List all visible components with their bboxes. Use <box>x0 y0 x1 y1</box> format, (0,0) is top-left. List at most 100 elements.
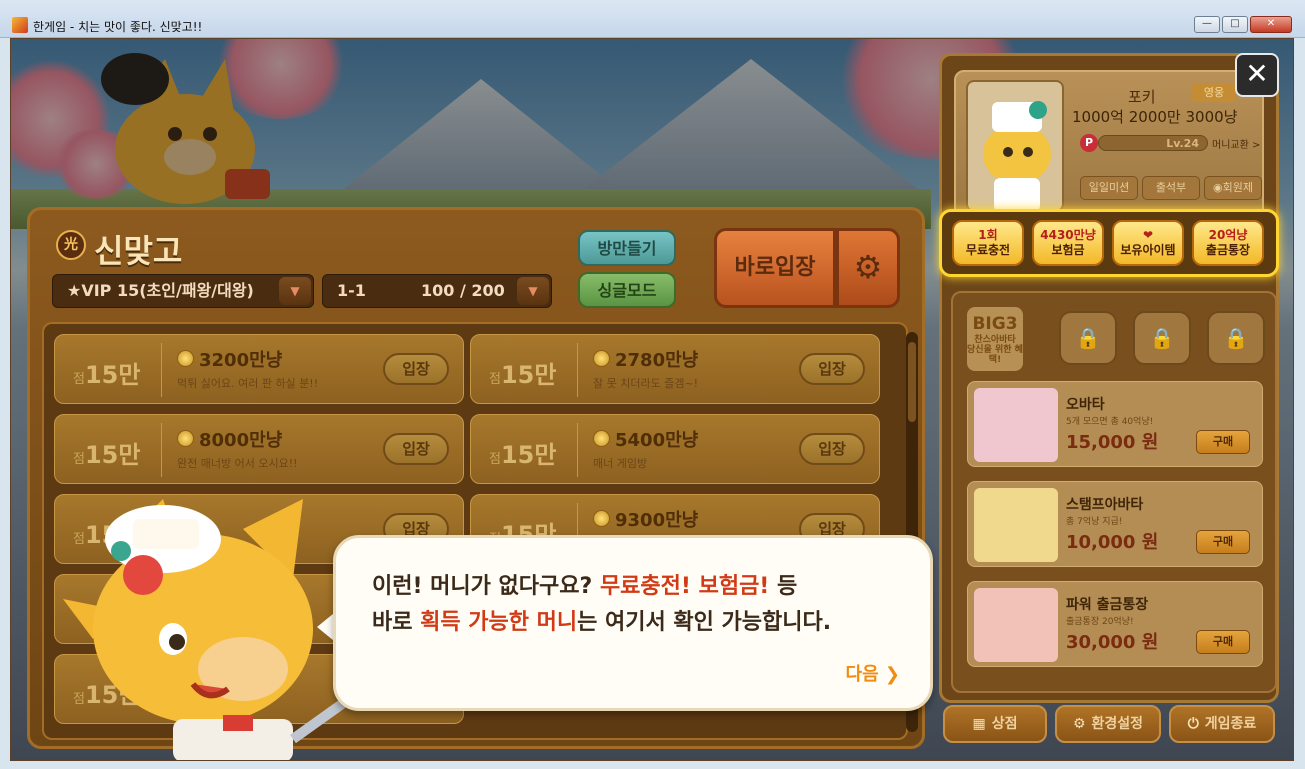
avatar <box>966 80 1064 212</box>
item-description: 5개 모으면 총 40억냥! <box>1066 417 1154 427</box>
game-title: 신맞고 <box>94 232 183 270</box>
room-description: 완전 매너방 어서 오시요!! <box>177 457 298 470</box>
settings-button[interactable]: ⚙ 환경설정 <box>1055 705 1161 743</box>
lock-icon[interactable]: 🔒 <box>1207 311 1265 365</box>
next-button[interactable]: 다음 ❯ <box>846 660 900 686</box>
game-rule-dropdown[interactable]: 1-1 100 / 200 ▼ <box>322 274 552 308</box>
room-card[interactable]: 점15만 2780만냥 잘 못 치더라도 즐겜~! 입장 <box>470 334 880 404</box>
money-exchange-link[interactable]: 머니교환 > <box>1212 136 1260 151</box>
shop-icon: ▦ <box>972 716 986 732</box>
tutorial-line-1: 이런! 머니가 없다구요? 무료충전! 보험금! 등 <box>372 568 797 600</box>
room-enter-button[interactable]: 입장 <box>799 353 865 385</box>
free-charge-button[interactable]: 1회 무료충전 <box>952 220 1024 266</box>
tutorial-line-2: 바로 획득 가능한 머니는 여기서 확인 가능합니다. <box>372 604 831 636</box>
item-description: 총 7억냥 지급! <box>1066 517 1123 527</box>
grade-badge: 영웅 <box>1192 84 1236 102</box>
room-money: 3200만냥 <box>199 350 283 371</box>
tutorial-text: 이런! 머니가 없다구요? <box>372 574 600 599</box>
buy-button[interactable]: 구매 <box>1196 630 1250 654</box>
lock-icon[interactable]: 🔒 <box>1059 311 1117 365</box>
coin-icon <box>593 350 610 367</box>
withdraw-account-button[interactable]: 20억냥 출금통장 <box>1192 220 1264 266</box>
settings-label: 환경설정 <box>1091 716 1144 732</box>
tutorial-highlight: 무료충전! 보험금! <box>599 574 770 599</box>
room-card[interactable]: 점15만 5400만냥 매너 게임방 입장 <box>470 414 880 484</box>
window-titlebar: 한게임 - 치는 맛이 좋다. 신맞고!! — □ ✕ <box>0 0 1305 38</box>
item-thumbnail <box>974 388 1058 462</box>
gear-icon: ⚙ <box>1072 716 1086 732</box>
single-mode-button[interactable]: 싱글모드 <box>578 272 676 308</box>
divider <box>161 423 162 477</box>
rule-stake: 100 / 200 <box>421 281 505 300</box>
room-enter-button[interactable]: 입장 <box>799 433 865 465</box>
divider <box>577 423 578 477</box>
gwang-icon: 光 <box>56 230 86 260</box>
minimize-button[interactable]: — <box>1194 16 1220 33</box>
shop-item: 스탬프아바타 총 7억냥 지급! 10,000 원 구매 <box>967 481 1263 567</box>
close-icon[interactable]: ✕ <box>1235 53 1279 97</box>
power-icon: ⏻ <box>1187 716 1199 732</box>
room-description: 잘 못 치더라도 즐겜~! <box>593 377 699 390</box>
level-label: Lv.24 <box>1166 137 1199 150</box>
buy-button[interactable]: 구매 <box>1196 430 1250 454</box>
insurance-button[interactable]: 4430만냥 보험금 <box>1032 220 1104 266</box>
room-settings-gear-icon[interactable]: ⚙ <box>836 228 900 308</box>
shop-item: 파워 출금통장 출금통장 20억냥! 30,000 원 구매 <box>967 581 1263 667</box>
room-card[interactable]: 점15만 3200만냥 먹튀 싫어요. 여러 판 하실 분!! 입장 <box>54 334 464 404</box>
chevron-down-icon[interactable]: ▼ <box>517 277 549 305</box>
room-money: 9300만냥 <box>615 510 699 531</box>
buy-button[interactable]: 구매 <box>1196 530 1250 554</box>
owned-items-label: 보유아이템 <box>1120 243 1176 257</box>
item-price: 10,000 원 <box>1066 532 1159 553</box>
room-point: 점15만 <box>73 361 141 389</box>
item-name: 파워 출금통장 <box>1066 597 1149 613</box>
big3-badge[interactable]: BIG3 찬스아바타 당신을 위한 혜택! <box>967 307 1023 371</box>
item-description: 출금통장 20억냥! <box>1066 617 1134 627</box>
game-area: 光 신맞고 ★VIP 15(초인/패왕/대왕) ▼ 1-1 100 / 200 … <box>10 38 1294 761</box>
membership-button[interactable]: ◉회원제 <box>1204 176 1262 200</box>
item-thumbnail <box>974 488 1058 562</box>
lock-icon[interactable]: 🔒 <box>1133 311 1191 365</box>
room-point: 점15만 <box>73 441 141 469</box>
window-close-button[interactable]: ✕ <box>1250 16 1292 33</box>
room-description: 먹튀 싫어요. 여러 판 하실 분!! <box>177 377 319 390</box>
vip-channel-dropdown[interactable]: ★VIP 15(초인/패왕/대왕) ▼ <box>52 274 314 308</box>
item-name: 스탬프아바타 <box>1066 497 1144 513</box>
room-money: 5400만냥 <box>615 430 699 451</box>
coin-icon <box>177 350 194 367</box>
room-money: 2780만냥 <box>615 350 699 371</box>
divider <box>577 343 578 397</box>
daily-mission-button[interactable]: 일일미션 <box>1080 176 1138 200</box>
attendance-button[interactable]: 출석부 <box>1142 176 1200 200</box>
item-price: 15,000 원 <box>1066 432 1159 453</box>
room-money: 8000만냥 <box>199 430 283 451</box>
exit-game-button[interactable]: ⏻ 게임종료 <box>1169 705 1275 743</box>
free-charge-label: 무료충전 <box>965 243 1011 257</box>
room-card[interactable]: 점15만 8000만냥 완전 매너방 어서 오시요!! 입장 <box>54 414 464 484</box>
scroll-thumb[interactable] <box>908 342 916 422</box>
big3-subtitle: 찬스아바타 <box>974 335 1016 345</box>
level-bar: Lv.24 <box>1098 135 1208 151</box>
rule-point: 1-1 <box>337 281 366 300</box>
room-enter-button[interactable]: 입장 <box>383 433 449 465</box>
maximize-button[interactable]: □ <box>1222 16 1248 33</box>
app-icon <box>12 17 28 33</box>
benefit-bar-highlight: 1회 무료충전 4430만냥 보험금 ❤ 보유아이템 20억냥 출금통장 <box>939 209 1279 277</box>
shop-button[interactable]: ▦ 상점 <box>943 705 1047 743</box>
shop-item: 오바타 5개 모으면 총 40억냥! 15,000 원 구매 <box>967 381 1263 467</box>
free-charge-count: 1회 <box>978 228 998 242</box>
coin-icon <box>177 430 194 447</box>
item-price: 30,000 원 <box>1066 632 1159 653</box>
withdraw-amount: 20억냥 <box>1208 228 1248 242</box>
nickname: 포키 <box>1128 88 1156 106</box>
owned-items-button[interactable]: ❤ 보유아이템 <box>1112 220 1184 266</box>
coin-icon <box>593 430 610 447</box>
avatar-shop: BIG3 찬스아바타 당신을 위한 혜택! 🔒 🔒 🔒 오바타 5개 모으면 총… <box>951 291 1277 693</box>
chevron-down-icon[interactable]: ▼ <box>279 277 311 305</box>
room-enter-button[interactable]: 입장 <box>383 353 449 385</box>
room-point: 점15만 <box>489 441 557 469</box>
make-room-button[interactable]: 방만들기 <box>578 230 676 266</box>
quick-enter-button[interactable]: 바로입장 <box>714 228 836 308</box>
insurance-label: 보험금 <box>1051 243 1085 257</box>
heart-icon: ❤ <box>1142 228 1154 242</box>
